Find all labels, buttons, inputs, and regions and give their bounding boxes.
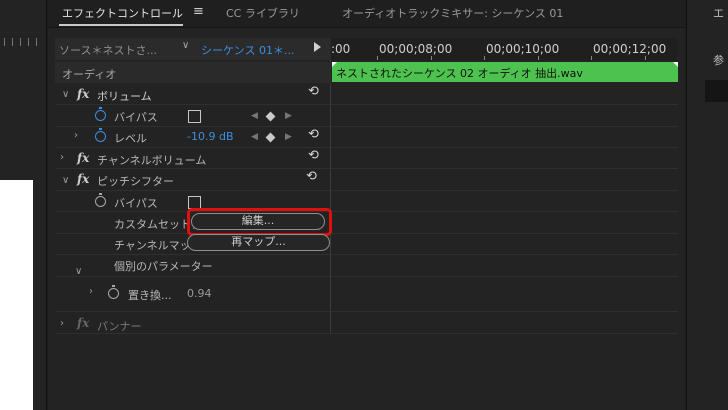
sequence-selector[interactable]: シーケンス 01＊... [201,42,294,58]
effect-name-channel-volume: チャンネルボリューム [97,154,207,167]
reset-icon[interactable]: ⟲ [308,127,319,142]
expand-panner-chevron-icon[interactable]: › [60,318,64,329]
tab-effect-controls[interactable]: エフェクトコントロール [62,5,183,21]
active-tab-indicator [59,24,183,26]
right-panel-field[interactable] [705,80,728,102]
expand-level-chevron-icon[interactable]: › [74,130,78,141]
expand-channel-volume-chevron-icon[interactable]: › [60,152,64,163]
fx-icon[interactable]: fx [77,172,89,186]
ruler-tick [431,56,432,60]
row-separator [56,190,678,191]
clip-name: ネストされたシーケンス 02 オーディオ 抽出.wav [336,67,583,80]
stopwatch-icon[interactable] [108,285,119,299]
prev-keyframe-icon[interactable]: ◀ [251,111,258,121]
stopwatch-icon[interactable] [95,193,106,207]
fx-icon[interactable]: fx [77,316,89,330]
expand-params-chevron-icon[interactable]: ∨ [75,266,82,277]
effect-name-panner: パンナー [97,320,142,333]
ruler-tick [538,56,539,60]
ruler-label: :00 [331,42,351,56]
bypass-checkbox[interactable] [188,110,201,123]
section-label: オーディオ [62,68,117,81]
next-keyframe-icon[interactable]: ▶ [285,111,292,121]
play-icon[interactable] [314,42,321,52]
row-separator [56,211,678,212]
tab-cc-libraries[interactable]: CC ライブラリ [226,5,300,21]
tab-audio-track-mixer[interactable]: オーディオトラックミキサー: シーケンス 01 [342,5,563,21]
highlight-box [187,208,332,236]
clip-end-marker [673,62,678,67]
bypass-label: バイパス [114,197,158,210]
row-separator [56,126,678,127]
expand-pitch-shifter-chevron-icon[interactable]: ∨ [62,175,69,186]
reset-icon[interactable]: ⟲ [308,148,319,163]
next-keyframe-icon[interactable]: ▶ [285,132,292,142]
ruler-tick [377,56,378,60]
remap-button[interactable]: 再マップ... [187,234,330,251]
fx-icon[interactable]: fx [77,87,89,101]
ruler-tick [645,56,646,60]
row-separator [56,168,678,169]
stopwatch-icon[interactable] [95,128,106,142]
ruler-tick [484,56,485,60]
level-label: レベル [114,132,147,145]
right-panel-tab[interactable]: エ [713,5,724,21]
bypass-label: バイパス [114,111,158,124]
params-label: 個別のパラメーター [114,260,213,273]
panel-menu-icon[interactable]: ≡ [193,4,204,19]
effect-name-pitch-shifter: ピッチシフター [97,175,174,188]
level-value[interactable]: -10.9 dB [187,130,234,143]
program-canvas [0,180,33,410]
expand-replace-chevron-icon[interactable]: › [89,286,93,297]
ruler-label: 00;00;12;00 [593,42,667,56]
row-separator [56,276,678,277]
ruler-label: 00;00;08;00 [379,42,453,56]
right-panel-label: 参 [713,54,724,67]
program-ruler [0,38,40,52]
effect-name-volume: ボリューム [97,90,152,103]
stopwatch-icon[interactable] [95,107,106,121]
panel-divider[interactable] [330,60,331,333]
row-separator [56,147,678,148]
row-separator [56,333,678,334]
replace-label: 置き換... [128,289,172,302]
ruler-tick [591,56,592,60]
expand-volume-chevron-icon[interactable]: ∨ [62,89,69,100]
reset-icon[interactable]: ⟲ [308,84,319,99]
channel-map-label: チャンネルマッ [114,239,191,252]
row-separator [56,254,678,255]
row-separator [56,104,678,105]
prev-keyframe-icon[interactable]: ◀ [251,132,258,142]
row-separator [56,233,678,234]
chevron-down-icon[interactable]: ∨ [182,40,189,51]
row-separator [56,311,678,312]
reset-menu-icon[interactable]: ⟲ [306,169,317,184]
ruler-label: 00;00;10;00 [486,42,560,56]
replace-value[interactable]: 0.94 [187,287,212,300]
fx-icon[interactable]: fx [77,151,89,165]
source-clip-label[interactable]: ソース＊ネストさ... [59,42,157,58]
